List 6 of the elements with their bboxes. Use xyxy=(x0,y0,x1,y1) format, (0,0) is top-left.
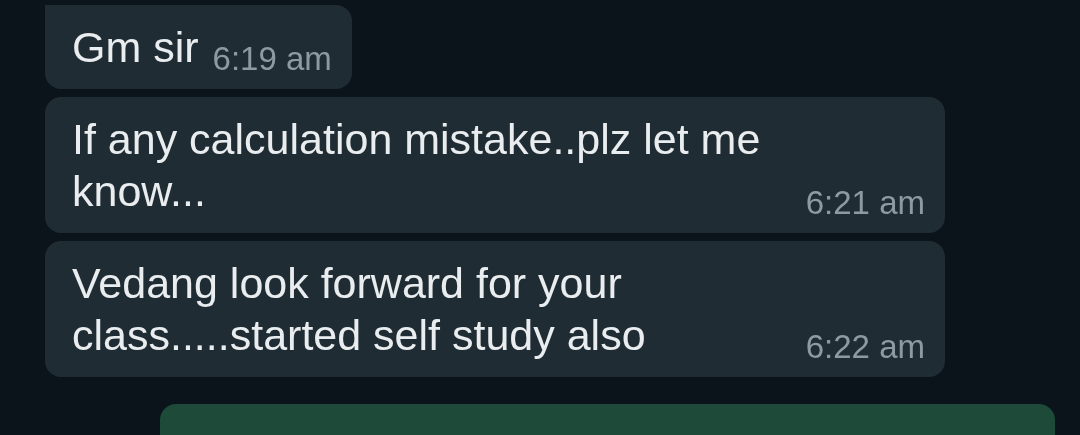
message-text: If any calculation mistake..plz let me know... xyxy=(72,114,762,217)
message-time: 6:21 am xyxy=(805,183,925,223)
message-time: 6:19 am xyxy=(212,39,332,79)
message-time: 6:22 am xyxy=(805,327,925,367)
message-text: Gm sir xyxy=(72,22,199,73)
message-text: Vedang look forward for your class.....started self study also xyxy=(72,258,647,361)
